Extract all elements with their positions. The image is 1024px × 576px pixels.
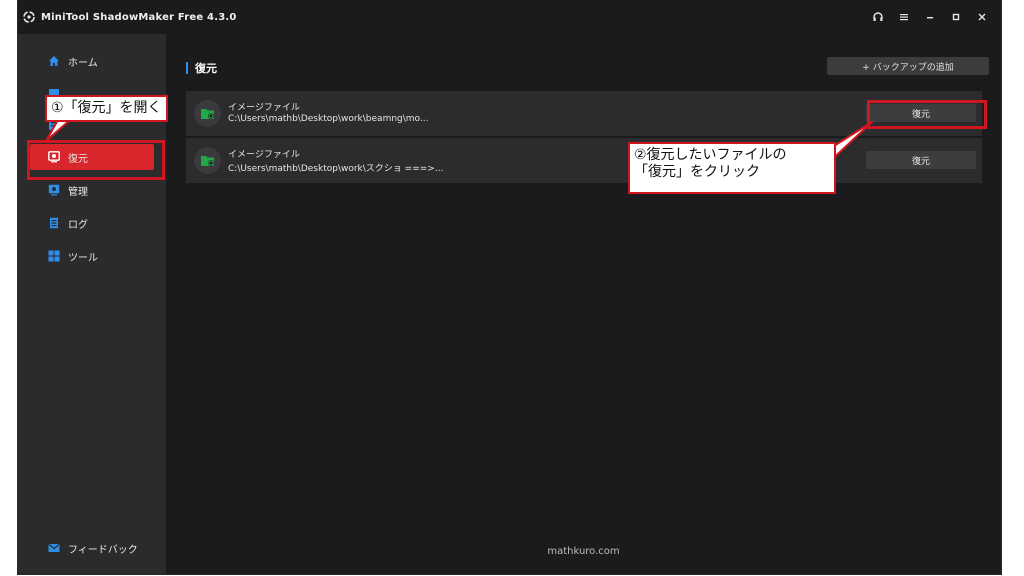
title-accent-bar [186,62,188,74]
window-controls [865,0,995,34]
sidebar-item-label: 管理 [68,186,88,198]
sidebar-item-manage[interactable]: 管理 [30,177,154,203]
backup-path: C:\Users\mathb\Desktop\work\スクショ ===>... [228,164,444,174]
image-file-icon [194,147,221,174]
sidebar-item-home[interactable]: ホーム [30,48,154,74]
image-file-icon [194,100,221,127]
sidebar-item-feedback[interactable]: フィードバック [30,535,154,561]
sidebar-item-log[interactable]: ログ [30,210,154,236]
headset-icon[interactable] [865,0,891,34]
app-logo-icon [22,10,36,24]
callout-text: ①「復元」を開く [51,100,162,116]
callout-text-line2: 「復元」をクリック [634,164,760,180]
home-icon [48,55,60,67]
highlight-restore-button [867,100,987,129]
app-window: MiniTool ShadowMaker Free 4.3.0 ホーム 復元 管… [18,0,1001,574]
log-icon [48,217,60,229]
minimize-icon[interactable] [917,0,943,34]
watermark: mathkuro.com [547,546,620,557]
title-bar: MiniTool ShadowMaker Free 4.3.0 [18,0,1001,34]
tools-icon [48,250,60,262]
backup-name: イメージファイル [228,103,300,113]
annotation-callout-1: ①「復元」を開く [45,95,168,122]
annotation-callout-2: ②復元したいファイルの 「復元」をクリック [628,142,836,194]
menu-icon[interactable] [891,0,917,34]
backup-row[interactable]: イメージファイル C:\Users\mathb\Desktop\work\bea… [186,91,982,136]
sidebar-item-label: フィードバック [68,544,138,556]
mail-icon [48,542,60,554]
app-title: MiniTool ShadowMaker Free 4.3.0 [41,11,237,23]
sidebar-item-label: ログ [68,219,88,231]
close-icon[interactable] [969,0,995,34]
sidebar-item-label: ツール [68,252,98,264]
restore-button[interactable]: 復元 [866,151,976,169]
callout-text-line1: ②復元したいファイルの [634,147,787,163]
backup-path: C:\Users\mathb\Desktop\work\beamng\mo... [228,114,429,124]
page-title: 復元 [195,62,217,75]
sidebar-item-tools[interactable]: ツール [30,243,154,269]
backup-row[interactable]: イメージファイル C:\Users\mathb\Desktop\work\スクシ… [186,138,982,183]
page-header: 復元 [186,60,217,76]
manage-icon [48,184,60,196]
maximize-icon[interactable] [943,0,969,34]
sidebar-item-label: ホーム [68,57,98,69]
highlight-restore-sidebar [27,140,165,180]
backup-name: イメージファイル [228,150,300,160]
add-backup-button[interactable]: + バックアップの追加 [827,57,989,75]
